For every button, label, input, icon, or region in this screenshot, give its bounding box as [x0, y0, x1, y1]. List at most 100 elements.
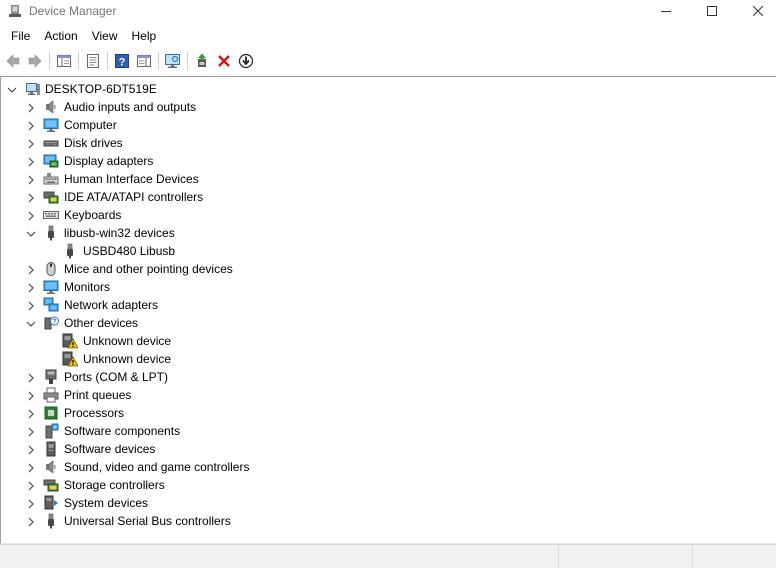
disable-device-button[interactable] — [235, 50, 257, 72]
chevron-right-icon[interactable] — [26, 480, 36, 491]
chevron-right-icon[interactable] — [26, 426, 36, 437]
properties-button[interactable] — [82, 50, 104, 72]
back-button[interactable] — [2, 50, 24, 72]
forward-button[interactable] — [24, 50, 46, 72]
tree-category[interactable]: Processors — [1, 404, 771, 422]
close-button[interactable] — [735, 0, 776, 22]
printer-icon — [43, 387, 59, 403]
title-bar: Device Manager — [0, 0, 776, 22]
tree-category[interactable]: Sound, video and game controllers — [1, 458, 771, 476]
menu-help[interactable]: Help — [125, 26, 164, 46]
chevron-right-icon[interactable] — [26, 372, 36, 383]
chevron-right-icon[interactable] — [26, 498, 36, 509]
tree-item-label: Ports (COM & LPT) — [64, 370, 169, 384]
chevron-right-icon[interactable] — [26, 444, 36, 455]
processor-icon — [43, 405, 59, 421]
tree-category[interactable]: Universal Serial Bus controllers — [1, 512, 771, 530]
toolbar-separator — [49, 52, 50, 70]
tree-category[interactable]: Monitors — [1, 278, 771, 296]
properties-icon — [87, 54, 99, 68]
chevron-down-icon[interactable] — [26, 318, 36, 328]
tree-root-computer[interactable]: DESKTOP-6DT519E — [1, 80, 771, 98]
red-x-icon — [218, 55, 230, 67]
menu-file[interactable]: File — [4, 26, 37, 46]
monitor-icon — [43, 279, 59, 295]
chevron-right-icon[interactable] — [26, 516, 36, 527]
chevron-right-icon[interactable] — [26, 300, 36, 311]
tree-category[interactable]: ? Other devices — [1, 314, 771, 332]
tree-item-label: USBD480 Libusb — [83, 244, 176, 258]
tree-category[interactable]: Mice and other pointing devices — [1, 260, 771, 278]
tree-device[interactable]: Unknown device — [1, 350, 771, 368]
mouse-icon — [43, 261, 59, 277]
show-action-pane-button[interactable] — [133, 50, 155, 72]
chevron-down-icon[interactable] — [26, 228, 36, 238]
show-hide-console-tree-button[interactable] — [53, 50, 75, 72]
tree-category[interactable]: Software components — [1, 422, 771, 440]
tree-category[interactable]: Network adapters — [1, 296, 771, 314]
tree-item-label: Unknown device — [83, 334, 172, 348]
minimize-button[interactable] — [643, 0, 689, 22]
network-adapter-icon — [43, 297, 59, 313]
tree-category[interactable]: Software devices — [1, 440, 771, 458]
chevron-right-icon[interactable] — [26, 408, 36, 419]
chevron-right-icon[interactable] — [26, 210, 36, 221]
device-tree[interactable]: DESKTOP-6DT519E Audio inputs and outputs C… — [0, 76, 776, 544]
unknown-device-icon: ? — [43, 315, 59, 331]
chevron-right-icon[interactable] — [26, 282, 36, 293]
tree-category[interactable]: Computer — [1, 116, 771, 134]
tree-category[interactable]: Keyboards — [1, 206, 771, 224]
maximize-button[interactable] — [689, 0, 735, 22]
menu-action[interactable]: Action — [37, 26, 84, 46]
warning-device-icon — [62, 351, 79, 367]
tree-item-label: Audio inputs and outputs — [64, 100, 197, 114]
tree-item-label: Sound, video and game controllers — [64, 460, 250, 474]
chevron-right-icon[interactable] — [26, 138, 36, 149]
monitor-scan-icon — [165, 54, 180, 68]
toolbar-separator — [78, 52, 79, 70]
tree-category[interactable]: Human Interface Devices — [1, 170, 771, 188]
tree-category[interactable]: IDE ATA/ATAPI controllers — [1, 188, 771, 206]
chevron-right-icon[interactable] — [26, 102, 36, 113]
tree-device[interactable]: Unknown device — [1, 332, 771, 350]
status-separator — [558, 545, 559, 568]
arrow-right-icon — [28, 54, 42, 68]
chevron-right-icon[interactable] — [26, 120, 36, 131]
chevron-down-icon[interactable] — [7, 84, 17, 94]
tree-category[interactable]: libusb-win32 devices — [1, 224, 771, 242]
chevron-right-icon[interactable] — [26, 390, 36, 401]
tree-item-label: Other devices — [64, 316, 139, 330]
tree-item-label: Disk drives — [64, 136, 123, 150]
tree-item-label: Universal Serial Bus controllers — [64, 514, 231, 528]
chevron-right-icon[interactable] — [26, 264, 36, 275]
svg-text:?: ? — [119, 57, 126, 69]
update-driver-icon — [198, 53, 206, 67]
minimize-icon — [661, 11, 671, 12]
tree-device[interactable]: USBD480 Libusb — [1, 242, 771, 260]
chevron-right-icon[interactable] — [26, 174, 36, 185]
uninstall-device-button[interactable] — [213, 50, 235, 72]
tree-category[interactable]: System devices — [1, 494, 771, 512]
storage-controller-icon — [43, 477, 59, 493]
help-button[interactable]: ? — [111, 50, 133, 72]
menu-view[interactable]: View — [85, 26, 125, 46]
tree-category[interactable]: Ports (COM & LPT) — [1, 368, 771, 386]
toolbar-separator — [158, 52, 159, 70]
chevron-right-icon[interactable] — [26, 156, 36, 167]
chevron-right-icon[interactable] — [26, 192, 36, 203]
tree-category[interactable]: Storage controllers — [1, 476, 771, 494]
tree-category[interactable]: Audio inputs and outputs — [1, 98, 771, 116]
tree-category[interactable]: Disk drives — [1, 134, 771, 152]
close-icon — [753, 6, 763, 16]
update-driver-button[interactable] — [191, 50, 213, 72]
status-bar — [0, 544, 776, 568]
chevron-right-icon[interactable] — [26, 462, 36, 473]
tree-category[interactable]: Display adapters — [1, 152, 771, 170]
tree-item-label: Human Interface Devices — [64, 172, 199, 186]
tree-category[interactable]: Print queues — [1, 386, 771, 404]
tree-item-label: Mice and other pointing devices — [64, 262, 233, 276]
port-icon — [43, 369, 59, 385]
down-arrow-circle-icon — [238, 53, 254, 69]
scan-hardware-button[interactable] — [162, 50, 184, 72]
system-device-icon — [43, 495, 59, 511]
